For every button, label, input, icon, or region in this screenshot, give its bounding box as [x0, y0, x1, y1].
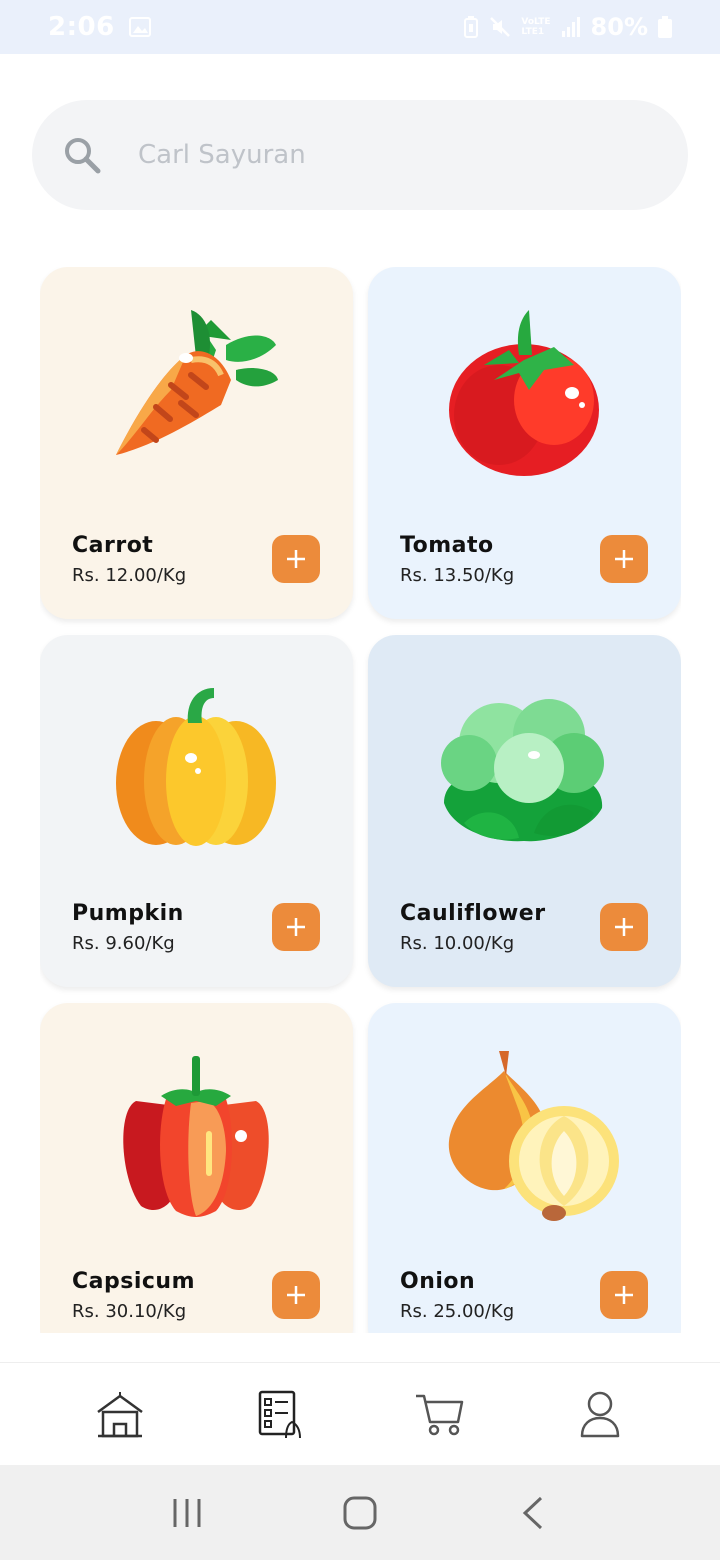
product-name: Capsicum	[72, 1269, 196, 1294]
product-price: Rs. 30.10/Kg	[72, 1301, 187, 1322]
product-name: Carrot	[72, 533, 154, 558]
search-icon	[65, 138, 101, 174]
plus-icon	[615, 550, 633, 568]
pumpkin-icon	[116, 688, 276, 846]
tomato-icon	[449, 310, 599, 476]
recent-apps-button[interactable]	[163, 1489, 211, 1537]
product-price: Rs. 9.60/Kg	[72, 933, 175, 954]
product-card-carrot[interactable]: Carrot Rs. 12.00/Kg	[40, 267, 353, 619]
product-name: Pumpkin	[72, 901, 184, 926]
status-left: 2:06	[48, 12, 151, 42]
signal-icon	[561, 17, 580, 37]
plus-icon	[615, 918, 633, 936]
add-to-cart-button[interactable]	[272, 1271, 320, 1319]
status-right: VoLTE LTE1 80%	[463, 13, 672, 41]
system-nav	[0, 1465, 720, 1560]
product-card-tomato[interactable]: Tomato Rs. 13.50/Kg	[368, 267, 681, 619]
capsicum-icon	[123, 1056, 269, 1217]
product-card-onion[interactable]: Onion Rs. 25.00/Kg	[368, 1003, 681, 1333]
battery-percent: 80%	[590, 13, 648, 41]
plus-icon	[615, 1286, 633, 1304]
bottom-nav	[0, 1362, 720, 1465]
search-input[interactable]	[138, 140, 618, 170]
onion-icon	[448, 1051, 619, 1221]
product-grid: Carrot Rs. 12.00/Kg Tomato Rs. 13.50/Kg	[40, 267, 681, 1333]
product-price: Rs. 10.00/Kg	[400, 933, 515, 954]
plus-icon	[287, 550, 305, 568]
search-bar[interactable]	[32, 100, 688, 210]
battery-saver-icon	[464, 16, 479, 38]
status-bar: 2:06 VoLTE LTE1 80%	[0, 0, 720, 54]
product-card-cauliflower[interactable]: Cauliflower Rs. 10.00/Kg	[368, 635, 681, 987]
profile-icon	[580, 1391, 620, 1438]
home-circle-icon	[343, 1496, 377, 1529]
home-button[interactable]	[336, 1489, 384, 1537]
product-name: Onion	[400, 1269, 476, 1294]
plus-icon	[287, 1286, 305, 1304]
product-card-pumpkin[interactable]: Pumpkin Rs. 9.60/Kg	[40, 635, 353, 987]
product-price: Rs. 13.50/Kg	[400, 565, 515, 586]
cauliflower-icon	[441, 699, 604, 842]
add-to-cart-button[interactable]	[600, 535, 648, 583]
back-button[interactable]	[509, 1489, 557, 1537]
status-time: 2:06	[48, 12, 115, 42]
add-to-cart-button[interactable]	[600, 903, 648, 951]
nav-home[interactable]	[88, 1382, 152, 1446]
nav-profile[interactable]	[568, 1382, 632, 1446]
add-to-cart-button[interactable]	[272, 903, 320, 951]
mute-icon	[490, 17, 511, 37]
network-labels: VoLTE LTE1	[521, 17, 550, 37]
add-to-cart-button[interactable]	[600, 1271, 648, 1319]
home-icon	[97, 1392, 143, 1438]
carrot-icon	[116, 310, 278, 455]
product-name: Cauliflower	[400, 901, 546, 926]
network-label-lte: LTE1	[521, 27, 545, 37]
network-label-volte: VoLTE	[521, 17, 551, 27]
battery-icon	[658, 16, 672, 38]
product-card-capsicum[interactable]: Capsicum Rs. 30.10/Kg	[40, 1003, 353, 1333]
product-name: Tomato	[400, 533, 494, 558]
back-icon	[523, 1496, 543, 1529]
product-price: Rs. 12.00/Kg	[72, 565, 187, 586]
plus-icon	[287, 918, 305, 936]
orders-icon	[258, 1390, 301, 1439]
nav-orders[interactable]	[248, 1382, 312, 1446]
cart-icon	[416, 1394, 464, 1436]
gallery-icon	[128, 17, 151, 37]
nav-cart[interactable]	[408, 1382, 472, 1446]
product-price: Rs. 25.00/Kg	[400, 1301, 515, 1322]
recent-apps-icon	[173, 1498, 201, 1527]
add-to-cart-button[interactable]	[272, 535, 320, 583]
